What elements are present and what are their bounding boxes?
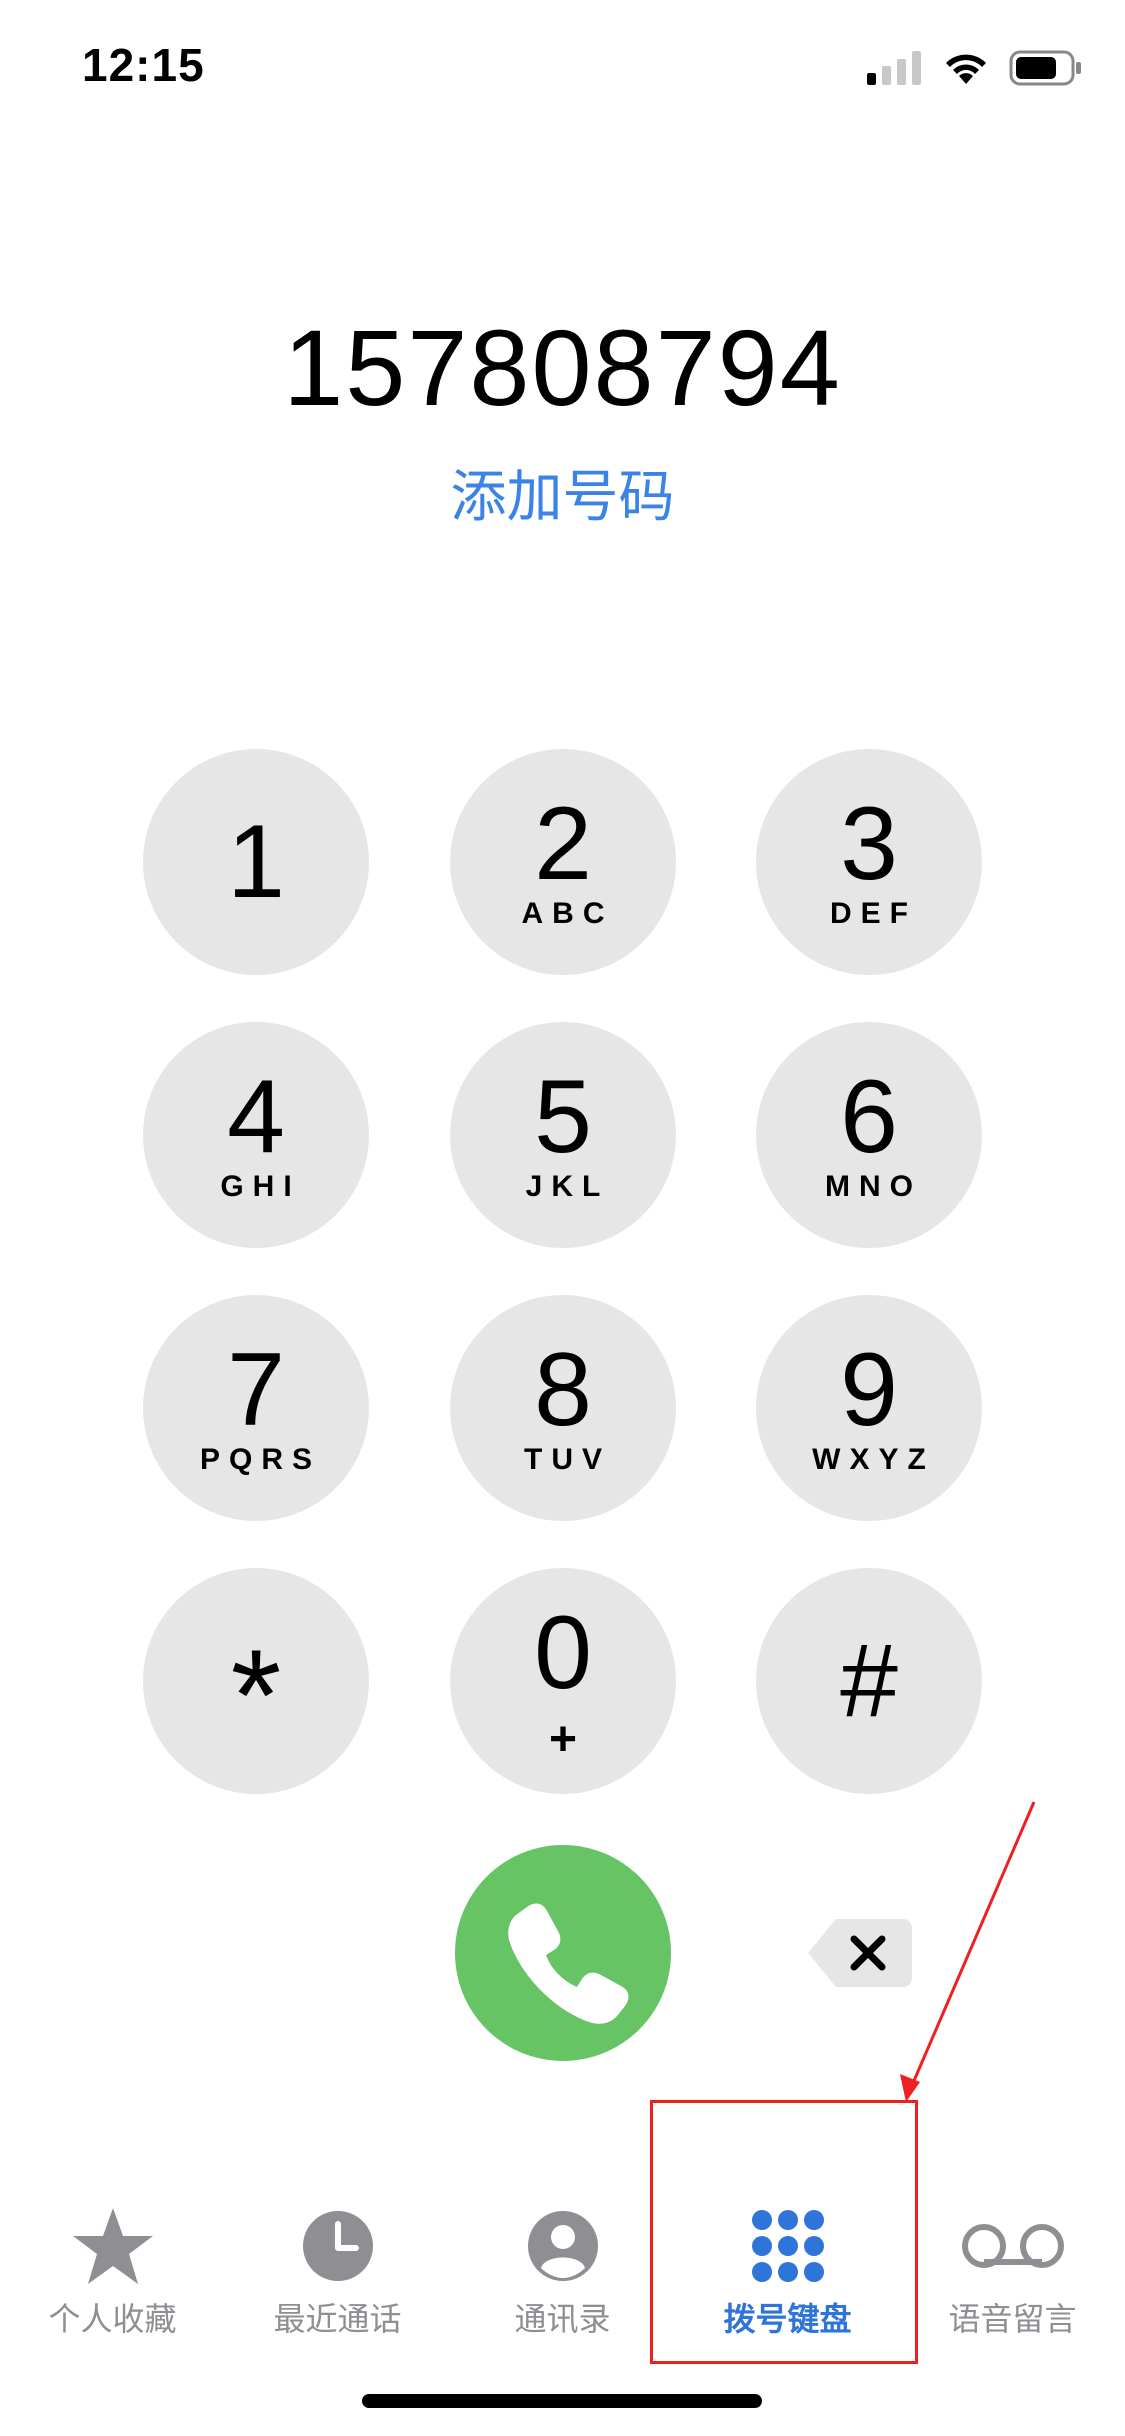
backspace-icon (808, 1919, 912, 1987)
key-digit: 9 (840, 1332, 898, 1448)
key-1[interactable]: 1 (143, 749, 369, 975)
key-star[interactable]: * (143, 1568, 369, 1794)
key-digit: 4 (227, 1059, 285, 1175)
tab-voicemail[interactable]: 语音留言 (900, 2196, 1125, 2346)
call-button[interactable] (455, 1845, 671, 2061)
status-icons (867, 48, 1083, 88)
key-digit: * (230, 1622, 282, 1768)
tab-label: 语音留言 (948, 2300, 1077, 2338)
dialed-number: 157808794 (283, 307, 842, 428)
clock-icon (302, 2211, 373, 2281)
key-digit: 8 (534, 1332, 592, 1448)
key-letters: TUV (524, 1443, 611, 1476)
key-0[interactable]: 0 + (450, 1568, 676, 1794)
key-digit: 5 (534, 1059, 592, 1175)
key-3[interactable]: 3 DEF (756, 749, 982, 975)
key-7[interactable]: 7 PQRS (143, 1295, 369, 1521)
key-letters: ABC (521, 897, 614, 930)
key-letters: GHI (220, 1170, 301, 1203)
status-time: 12:15 (82, 39, 205, 91)
key-letters: JKL (525, 1170, 610, 1203)
delete-button[interactable] (806, 1915, 916, 1991)
key-digit: 7 (227, 1332, 285, 1448)
key-6[interactable]: 6 MNO (756, 1022, 982, 1248)
tab-favorites[interactable]: 个人收藏 (0, 2196, 225, 2346)
tab-label: 通讯录 (514, 2300, 611, 2338)
wifi-icon (946, 54, 986, 84)
key-letters: MNO (825, 1170, 922, 1203)
key-2[interactable]: 2 ABC (450, 749, 676, 975)
voicemail-icon (961, 2224, 1064, 2268)
annotation-highlight-box (650, 2100, 918, 2364)
tab-label: 最近通话 (273, 2300, 402, 2338)
key-letters: DEF (830, 897, 917, 930)
home-indicator[interactable] (362, 2394, 762, 2408)
key-digit: # (840, 1623, 898, 1739)
key-digit: 3 (840, 786, 898, 902)
key-digit: 1 (227, 804, 285, 920)
key-5[interactable]: 5 JKL (450, 1022, 676, 1248)
tab-contacts[interactable]: 通讯录 (450, 2196, 675, 2346)
key-letters: WXYZ (812, 1443, 935, 1476)
tab-recents[interactable]: 最近通话 (225, 2196, 450, 2346)
key-digit: 6 (840, 1059, 898, 1175)
cellular-signal-icon (867, 51, 921, 85)
phone-icon (508, 1903, 629, 2024)
star-icon (72, 2208, 153, 2284)
tab-label: 个人收藏 (48, 2300, 177, 2338)
key-4[interactable]: 4 GHI (143, 1022, 369, 1248)
key-letters: PQRS (199, 1443, 322, 1476)
key-hash[interactable]: # (756, 1568, 982, 1794)
key-8[interactable]: 8 TUV (450, 1295, 676, 1521)
key-9[interactable]: 9 WXYZ (756, 1295, 982, 1521)
key-letters: + (548, 1713, 578, 1766)
key-digit: 2 (534, 786, 592, 902)
battery-icon (1009, 50, 1081, 86)
key-digit: 0 (534, 1595, 592, 1711)
add-number-link[interactable]: 添加号码 (0, 452, 1125, 533)
contact-icon (527, 2211, 598, 2281)
